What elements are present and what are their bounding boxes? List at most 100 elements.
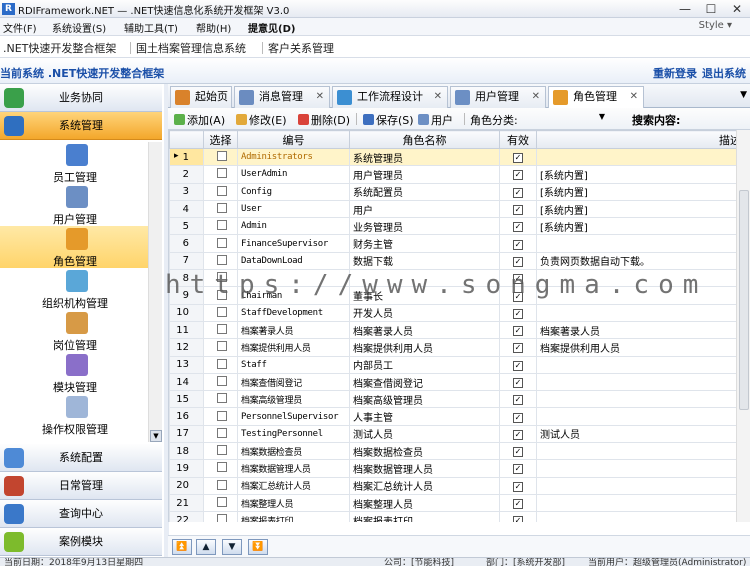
close-icon[interactable]: ✕	[532, 87, 540, 107]
cell-valid-checkbox[interactable]: ✓	[499, 493, 537, 513]
row-select-checkbox[interactable]	[203, 165, 238, 184]
table-row[interactable]: 14 档案查借阅登记 档案查借阅登记 ✓	[169, 372, 746, 392]
cell-valid-checkbox[interactable]: ✓	[499, 372, 537, 392]
nav-module-management[interactable]: 模块管理	[0, 352, 150, 394]
row-select-checkbox[interactable]	[203, 182, 238, 201]
valid-checkbox[interactable]: ✓	[513, 447, 523, 458]
sidebar-group-daily[interactable]: 日常管理	[0, 472, 162, 500]
row-select-checkbox[interactable]	[203, 424, 238, 444]
table-row[interactable]: 5 Admin 业务管理员 ✓ [系统内置]	[169, 217, 746, 236]
valid-checkbox[interactable]: ✓	[513, 378, 523, 388]
maximize-button[interactable]: ☐	[698, 0, 724, 18]
style-dropdown[interactable]: Style ▾	[699, 20, 732, 31]
valid-checkbox[interactable]: ✓	[513, 153, 523, 164]
column-header-code[interactable]: 编号	[237, 130, 350, 149]
valid-checkbox[interactable]: ✓	[513, 343, 523, 354]
close-icon[interactable]: ✕	[434, 87, 442, 107]
row-select-checkbox[interactable]	[203, 511, 238, 522]
previous-page-button[interactable]: ▲	[196, 539, 216, 555]
checkbox[interactable]	[217, 479, 227, 490]
checkbox[interactable]	[217, 151, 227, 162]
menu-feedback[interactable]: 提意见(D)	[248, 20, 295, 35]
valid-checkbox[interactable]: ✓	[513, 274, 523, 285]
system-link-archives[interactable]: 国土档案管理信息系统	[136, 40, 246, 56]
tab-message-management[interactable]: 消息管理 ✕	[234, 86, 330, 108]
valid-checkbox[interactable]: ✓	[513, 205, 523, 216]
tab-role-management[interactable]: 角色管理 ✕	[548, 86, 644, 109]
nav-organization-management[interactable]: 组织机构管理	[0, 268, 150, 310]
sidebar-group-query[interactable]: 查询中心	[0, 500, 162, 528]
row-select-checkbox[interactable]	[203, 338, 238, 357]
row-select-checkbox[interactable]	[203, 147, 238, 167]
table-row[interactable]: 6 FinanceSupervisor 财务主管 ✓	[169, 234, 746, 253]
first-page-button[interactable]: ⏫	[172, 539, 192, 555]
relogin-link[interactable]: 重新登录	[653, 65, 697, 81]
checkbox[interactable]	[217, 393, 227, 404]
checkbox[interactable]	[217, 289, 227, 300]
valid-checkbox[interactable]: ✓	[513, 256, 523, 267]
column-header-valid[interactable]: 有效	[499, 130, 537, 149]
row-select-checkbox[interactable]	[203, 303, 238, 322]
cell-valid-checkbox[interactable]: ✓	[499, 338, 537, 357]
column-header-select[interactable]: 选择	[203, 130, 238, 149]
close-icon[interactable]: ✕	[630, 87, 638, 107]
table-row[interactable]: 10 StaffDevelopment 开发人员 ✓	[169, 303, 746, 322]
menu-file[interactable]: 文件(F)	[3, 20, 37, 35]
add-button[interactable]: 添加(A)	[174, 112, 225, 128]
tab-start-page[interactable]: 起始页	[170, 86, 232, 108]
checkbox[interactable]	[217, 410, 227, 421]
delete-button[interactable]: 删除(D)	[298, 112, 350, 128]
table-row[interactable]: 20 档案汇总统计人员 档案汇总统计人员 ✓	[169, 476, 746, 495]
nav-position-management[interactable]: 岗位管理	[0, 310, 150, 352]
category-select[interactable]: ▼	[526, 110, 608, 127]
menu-tools[interactable]: 辅助工具(T)	[124, 20, 178, 35]
row-select-checkbox[interactable]	[203, 493, 238, 513]
valid-checkbox[interactable]: ✓	[513, 464, 523, 475]
checkbox[interactable]	[217, 185, 227, 196]
table-row[interactable]: 1 ▸ Administrators 系统管理员 ✓	[169, 147, 746, 167]
checkbox[interactable]	[217, 427, 227, 438]
tab-user-management[interactable]: 用户管理 ✕	[450, 86, 546, 108]
row-select-checkbox[interactable]	[203, 390, 238, 409]
cell-valid-checkbox[interactable]: ✓	[499, 442, 537, 461]
cell-valid-checkbox[interactable]: ✓	[499, 320, 537, 340]
row-select-checkbox[interactable]	[203, 355, 238, 374]
row-select-checkbox[interactable]	[203, 476, 238, 495]
valid-checkbox[interactable]: ✓	[513, 308, 523, 319]
table-row[interactable]: 13 Staff 内部员工 ✓	[169, 355, 746, 374]
cell-valid-checkbox[interactable]: ✓	[499, 269, 537, 288]
cell-valid-checkbox[interactable]: ✓	[499, 511, 537, 522]
checkbox[interactable]	[217, 324, 227, 335]
scrollbar-thumb[interactable]	[739, 190, 749, 410]
valid-checkbox[interactable]: ✓	[513, 429, 523, 440]
checkbox[interactable]	[217, 462, 227, 473]
row-select-checkbox[interactable]	[203, 320, 238, 340]
cell-valid-checkbox[interactable]: ✓	[499, 286, 537, 305]
tab-workflow-design[interactable]: 工作流程设计 ✕	[332, 86, 448, 108]
table-row[interactable]: 8 ✓	[169, 269, 746, 288]
valid-checkbox[interactable]: ✓	[513, 222, 523, 233]
row-select-checkbox[interactable]	[203, 199, 238, 219]
valid-checkbox[interactable]: ✓	[513, 412, 523, 423]
table-row[interactable]: 21 档案整理人员 档案整理人员 ✓	[169, 493, 746, 513]
checkbox[interactable]	[217, 254, 227, 265]
nav-user-management[interactable]: 用户管理	[0, 184, 150, 226]
close-icon[interactable]: ✕	[316, 87, 324, 107]
grid-vertical-scrollbar[interactable]	[736, 130, 750, 522]
cell-valid-checkbox[interactable]: ✓	[499, 390, 537, 409]
valid-checkbox[interactable]: ✓	[513, 360, 523, 371]
user-button[interactable]: 用户	[418, 112, 453, 128]
checkbox[interactable]	[217, 220, 227, 231]
tab-list-dropdown-icon[interactable]: ▼	[740, 90, 747, 100]
checkbox[interactable]	[217, 497, 227, 508]
row-select-checkbox[interactable]	[203, 286, 238, 305]
cell-valid-checkbox[interactable]: ✓	[499, 165, 537, 184]
minimize-button[interactable]: —	[672, 0, 698, 18]
checkbox[interactable]	[217, 514, 227, 522]
table-row[interactable]: 9 Chairman 董事长 ✓	[169, 286, 746, 305]
table-row[interactable]: 22 档案报表打印 档案报表打印 ✓	[169, 511, 746, 522]
sidebar-group-system-config[interactable]: 系统配置	[0, 444, 162, 472]
checkbox[interactable]	[217, 306, 227, 317]
nav-role-management[interactable]: 角色管理	[0, 226, 150, 268]
menu-help[interactable]: 帮助(H)	[196, 20, 231, 35]
